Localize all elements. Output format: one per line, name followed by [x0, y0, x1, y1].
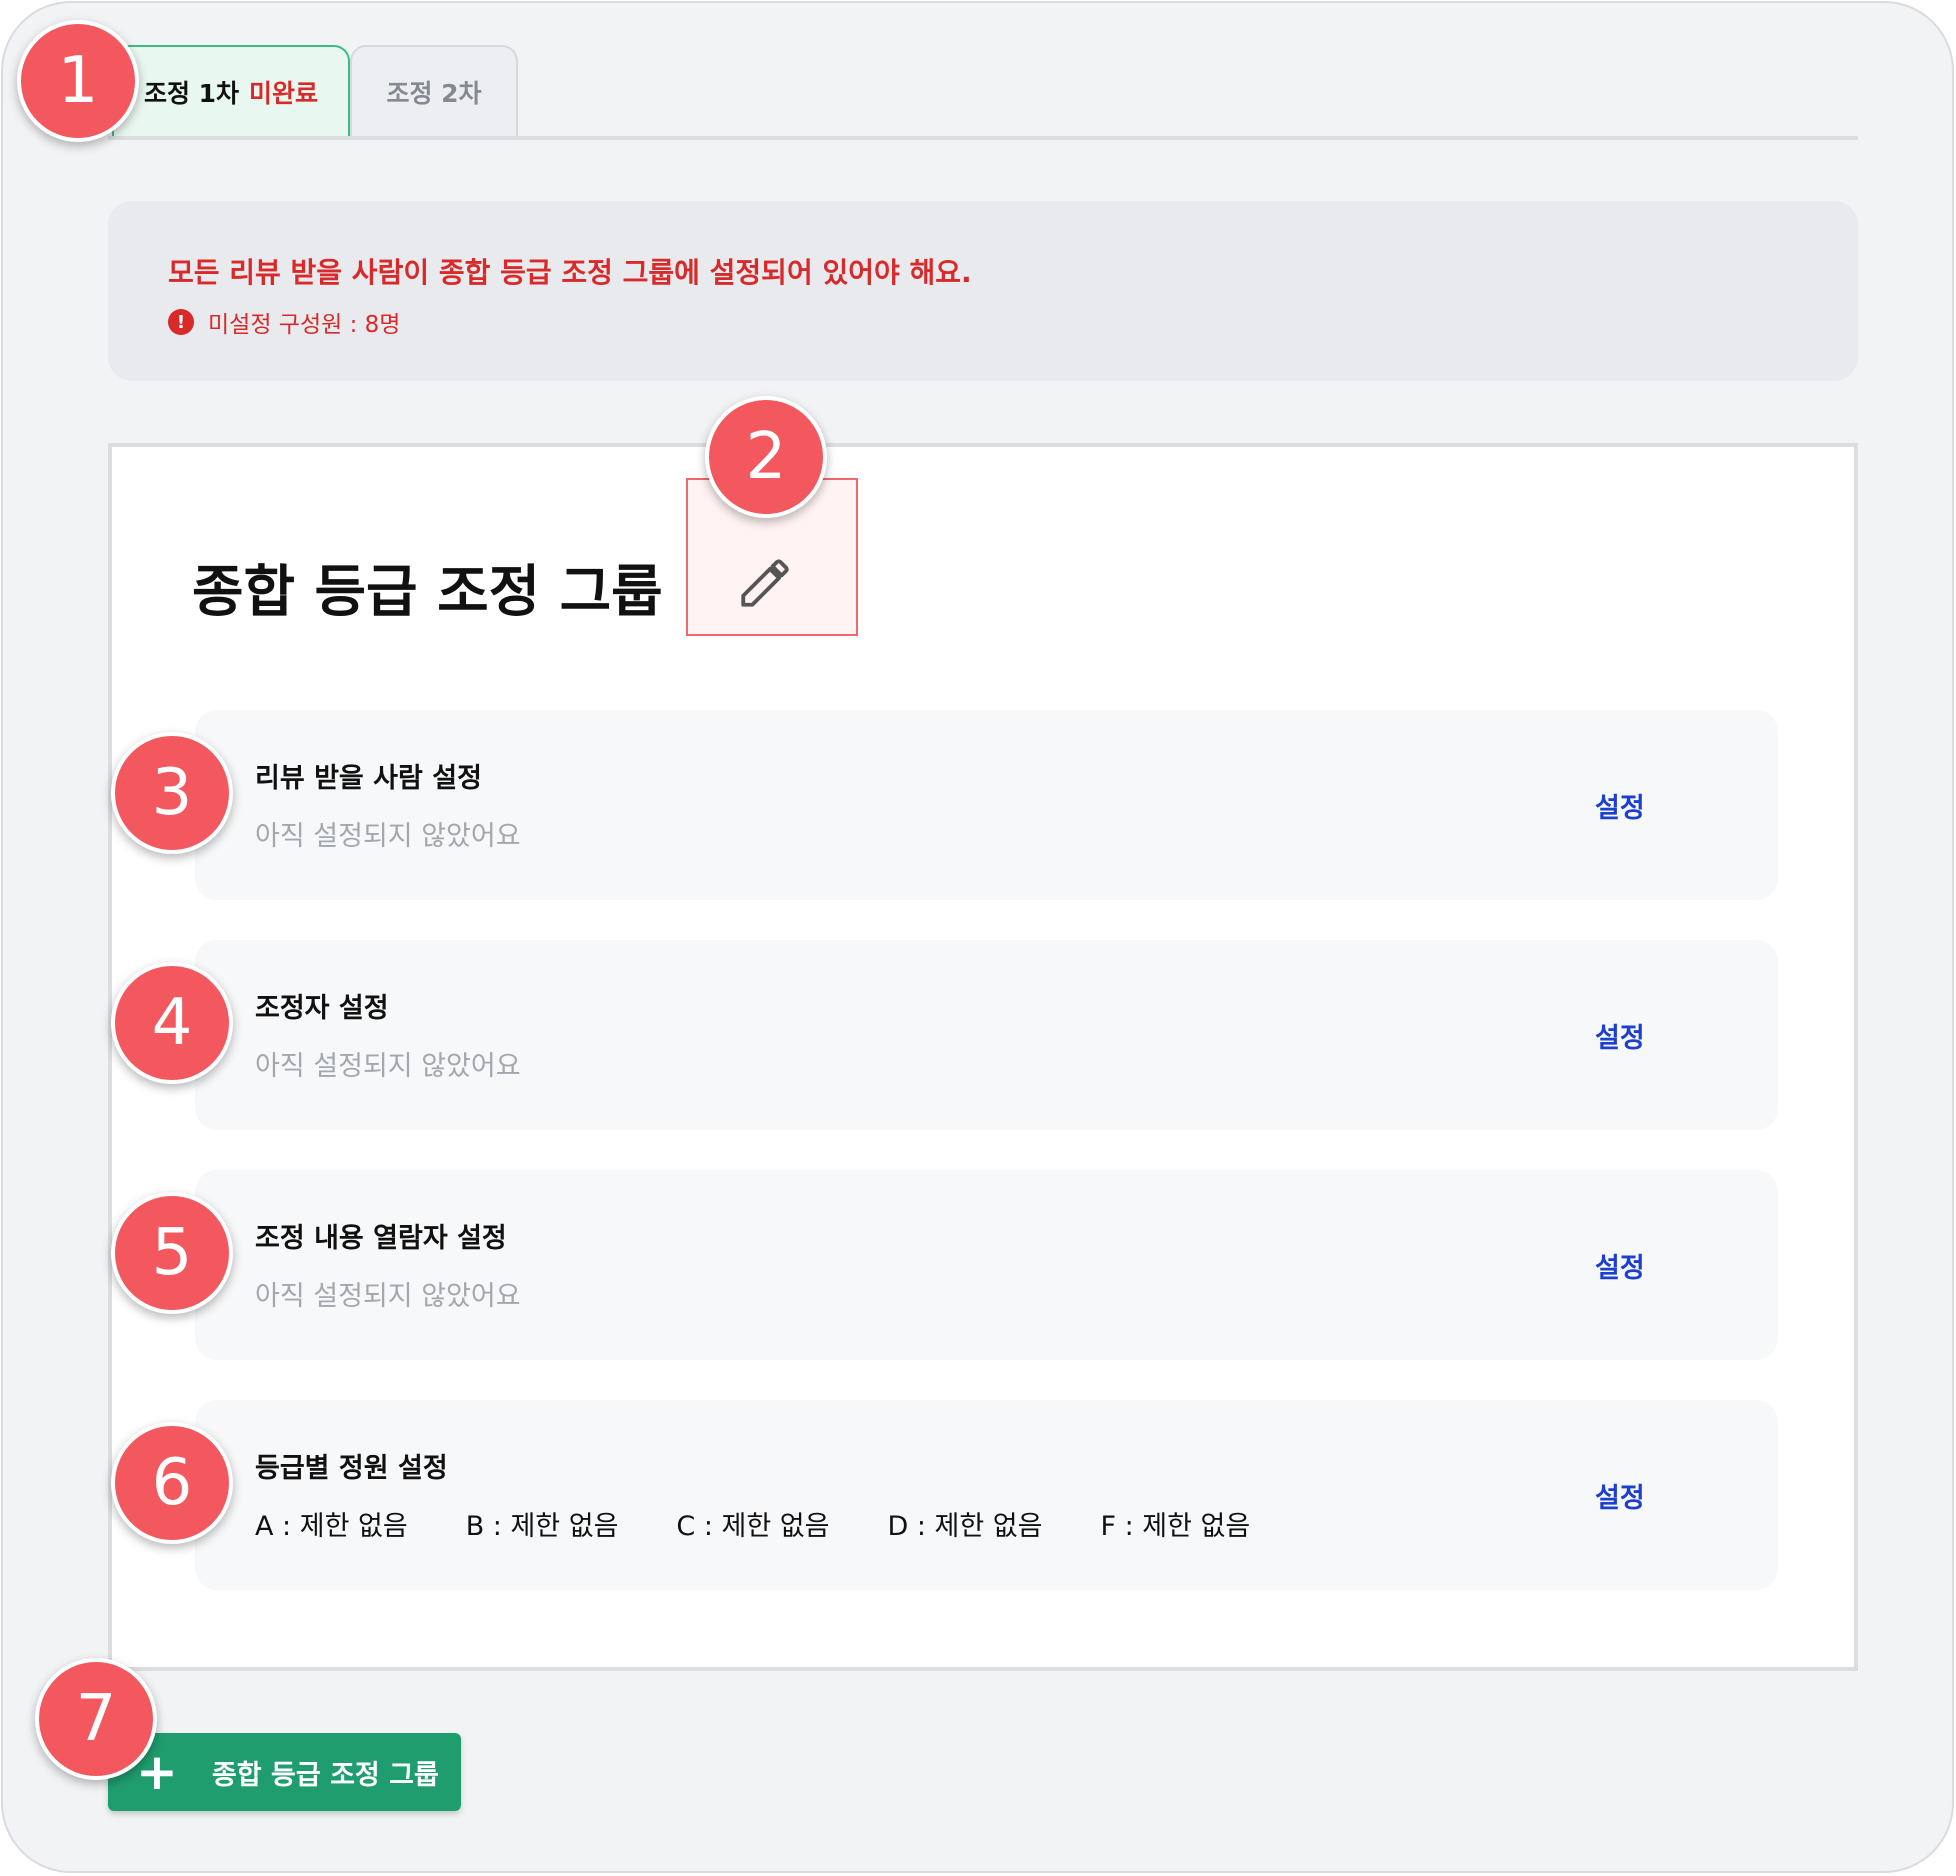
grade-quota-list: A : 제한 없음 B : 제한 없음 C : 제한 없음 D : 제한 없음 …	[255, 1504, 1308, 1543]
group-title: 종합 등급 조정 그룹 1	[192, 560, 722, 625]
step-badge-7: 7	[35, 1658, 157, 1780]
row-description: 아직 설정되지 않았어요	[255, 1051, 521, 1082]
alert-detail: 미설정 구성원 : 8명	[208, 312, 401, 338]
reviewee-setting-row: 리뷰 받을 사람 설정 아직 설정되지 않았어요 설정	[195, 710, 1778, 900]
warning-icon: !	[168, 309, 194, 335]
viewer-setting-button[interactable]: 설정	[1595, 1246, 1645, 1285]
tab-divider	[108, 136, 1858, 140]
grade-quota-setting-row: 등급별 정원 설정 A : 제한 없음 B : 제한 없음 C : 제한 없음 …	[195, 1400, 1778, 1590]
adjuster-setting-row: 조정자 설정 아직 설정되지 않았어요 설정	[195, 940, 1778, 1130]
alert-detail-line: ! 미설정 구성원 : 8명	[168, 305, 400, 339]
step-badge-3: 3	[111, 732, 233, 854]
tab-round-1[interactable]: 조정 1차 미완료	[112, 45, 350, 136]
adjuster-setting-button[interactable]: 설정	[1595, 1016, 1645, 1055]
validation-alert: 모든 리뷰 받을 사람이 종합 등급 조정 그룹에 설정되어 있어야 해요. !…	[108, 201, 1858, 381]
grade-quota-b: B : 제한 없음	[465, 1511, 619, 1542]
step-badge-2: 2	[705, 396, 827, 518]
row-title: 등급별 정원 설정	[255, 1453, 448, 1484]
grade-quota-setting-button[interactable]: 설정	[1595, 1476, 1645, 1515]
row-title: 리뷰 받을 사람 설정	[255, 763, 482, 794]
step-badge-5: 5	[111, 1192, 233, 1314]
grade-quota-c: C : 제한 없음	[676, 1511, 830, 1542]
add-group-label: 종합 등급 조정 그룹	[211, 1759, 439, 1791]
row-description: 아직 설정되지 않았어요	[255, 821, 521, 852]
adjustment-group-card: 종합 등급 조정 그룹 1 리뷰 받을 사람 설정 아직 설정되지 않았어요 설…	[108, 443, 1858, 1671]
add-group-button[interactable]: + 종합 등급 조정 그룹	[108, 1733, 461, 1811]
alert-title: 모든 리뷰 받을 사람이 종합 등급 조정 그룹에 설정되어 있어야 해요.	[168, 256, 972, 289]
row-title: 조정 내용 열람자 설정	[255, 1223, 507, 1254]
viewer-setting-row: 조정 내용 열람자 설정 아직 설정되지 않았어요 설정	[195, 1170, 1778, 1360]
tab-round-2-label: 조정 2차	[386, 78, 482, 108]
grade-quota-f: F : 제한 없음	[1100, 1511, 1251, 1542]
step-badge-1: 1	[17, 20, 139, 142]
page-frame: 조정 1차 미완료 조정 2차 모든 리뷰 받을 사람이 종합 등급 조정 그룹…	[1, 1, 1954, 1873]
grade-quota-a: A : 제한 없음	[255, 1511, 408, 1542]
tab-round-2[interactable]: 조정 2차	[350, 45, 518, 136]
reviewee-setting-button[interactable]: 설정	[1595, 786, 1645, 825]
step-badge-6: 6	[111, 1422, 233, 1544]
round-tabs: 조정 1차 미완료 조정 2차	[3, 3, 1952, 143]
grade-quota-d: D : 제한 없음	[887, 1511, 1043, 1542]
row-description: 아직 설정되지 않았어요	[255, 1281, 521, 1312]
row-title: 조정자 설정	[255, 993, 389, 1024]
step-badge-4: 4	[111, 962, 233, 1084]
tab-round-1-status: 미완료	[249, 78, 319, 108]
tab-round-1-label: 조정 1차	[143, 78, 240, 108]
pencil-icon	[741, 559, 789, 607]
